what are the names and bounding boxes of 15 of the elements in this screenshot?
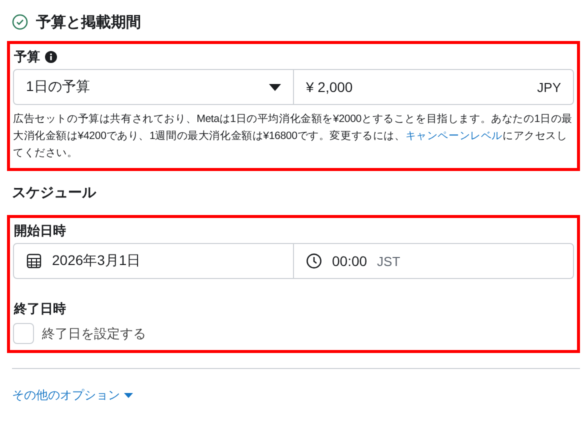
caret-icon xyxy=(124,392,133,398)
more-options-link[interactable]: その他のオプション xyxy=(12,387,133,404)
budget-help-text: 広告セットの予算は共有されており、Metaは1日の平均消化金額を¥2000とすることを目指します。あなたの1日の最大消化金額は¥4200であり、1週間の最大消化金額は¥16800です。変更するには、キャンペーンレベルにアクセスしてください。 xyxy=(13,112,574,161)
caret-icon xyxy=(269,84,281,90)
campaign-level-link[interactable]: キャンペーンレベル xyxy=(405,130,503,142)
budget-type-dropdown[interactable]: 1日の予算 xyxy=(14,70,293,104)
budget-label: 予算 xyxy=(14,48,40,66)
section-title: 予算と掲載期間 xyxy=(36,12,141,32)
budget-amount-field[interactable]: ¥ 2,000 JPY xyxy=(293,70,573,104)
end-date-checkbox-label[interactable]: 終了日を設定する xyxy=(42,324,146,342)
end-date-label: 終了日時 xyxy=(14,300,66,318)
end-date-checkbox[interactable] xyxy=(13,323,34,344)
start-date-label: 開始日時 xyxy=(14,222,66,240)
info-icon[interactable] xyxy=(45,51,57,63)
schedule-title: スケジュール xyxy=(11,183,98,202)
